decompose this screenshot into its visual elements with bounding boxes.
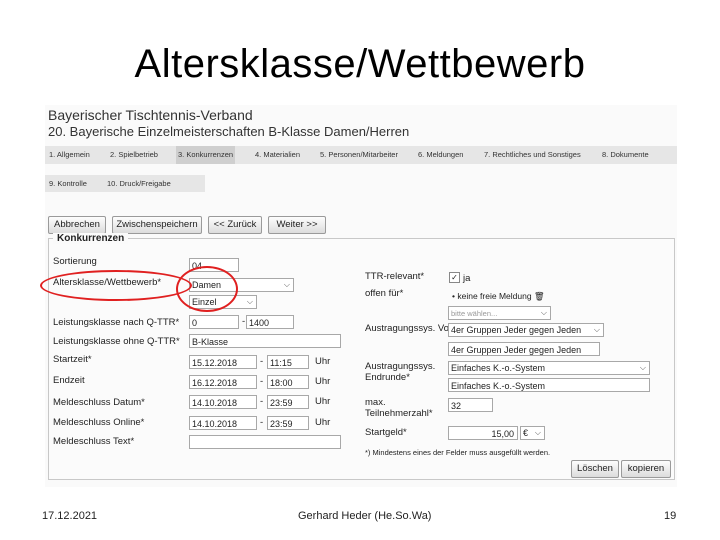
ttr-relevant-label: TTR-relevant* <box>365 271 425 282</box>
max-participants-input[interactable]: 32 <box>448 398 493 412</box>
tab-konkurrenzen[interactable]: 3. Konkurrenzen <box>176 146 236 164</box>
tab-materialien[interactable]: 4. Materialien <box>253 146 302 164</box>
range-dash: - <box>260 356 264 367</box>
fieldset-legend: Konkurrenzen <box>53 233 129 244</box>
currency-value: € <box>523 428 529 438</box>
prelim-text-input[interactable]: 4er Gruppen Jeder gegen Jeden <box>448 342 600 356</box>
slide-title: Altersklasse/Wettbewerb <box>134 42 586 86</box>
range-dash: - <box>242 316 246 327</box>
tab-allgemein[interactable]: 1. Allgemein <box>47 146 92 164</box>
tab-meldungen[interactable]: 6. Meldungen <box>416 146 465 164</box>
required-note: *) Mindestens eines der Felder muss ausg… <box>365 448 551 457</box>
chevron-down-icon: ⌵ <box>639 363 646 372</box>
footer-date: 17.12.2021 <box>42 510 98 522</box>
chevron-down-icon: ⌵ <box>534 428 541 437</box>
next-button[interactable]: Weiter >> <box>268 216 326 234</box>
entry-online-date-input[interactable]: 14.10.2018 <box>189 416 257 430</box>
start-date-input[interactable]: 15.12.2018 <box>189 355 257 369</box>
event-title: 20. Bayerische Einzelmeisterschaften B-K… <box>48 124 410 139</box>
prelim-select[interactable]: 4er Gruppen Jeder gegen Jeden ⌵ <box>448 323 604 337</box>
trash-icon[interactable]: 🗑 <box>534 291 545 301</box>
prelim-value: 4er Gruppen Jeder gegen Jeden <box>451 325 582 335</box>
tab-kontrolle[interactable]: 9. Kontrolle <box>47 175 89 192</box>
uhr-label: Uhr <box>315 396 331 407</box>
range-dash: - <box>260 376 264 387</box>
start-time-input[interactable]: 11:15 <box>267 355 309 369</box>
tab-personen[interactable]: 5. Personen/Mitarbeiter <box>318 146 400 164</box>
entry-date-input[interactable]: 14.10.2018 <box>189 395 257 409</box>
cancel-button[interactable]: Abbrechen <box>48 216 106 234</box>
wizard-tabs: 1. Allgemein 2. Spielbetrieb 3. Konkurre… <box>45 146 677 164</box>
wizard-tabs-row2: 9. Kontrolle 10. Druck/Freigabe <box>45 175 205 192</box>
entry-online-time-input[interactable]: 23:59 <box>267 416 309 430</box>
uhr-label: Uhr <box>315 417 331 428</box>
ttr-class-label: Leistungsklasse nach Q-TTR* <box>53 317 180 328</box>
final-select[interactable]: Einfaches K.-o.-System ⌵ <box>448 361 650 375</box>
save-draft-button[interactable]: Zwischenspeichern <box>112 216 202 234</box>
entry-online-label: Meldeschluss Online* <box>53 417 145 428</box>
end-time-label: Endzeit <box>53 375 85 386</box>
final-text-input[interactable]: Einfaches K.-o.-System <box>448 378 650 392</box>
ttr-relevant-checkbox[interactable]: ✓ <box>449 272 460 283</box>
open-for-label: offen für* <box>365 288 404 299</box>
organization-name: Bayerischer Tischtennis-Verband <box>48 107 253 123</box>
highlight-ring-agegroup-label <box>40 270 192 301</box>
tab-druck-freigabe[interactable]: 10. Druck/Freigabe <box>105 175 173 192</box>
highlight-ring-agegroup-select <box>176 266 238 312</box>
range-dash: - <box>260 396 264 407</box>
fee-input[interactable]: 15,00 <box>448 426 518 440</box>
open-for-placeholder: bitte wählen... <box>451 309 498 318</box>
ttr-relevant-value: ja <box>463 273 471 284</box>
range-dash: - <box>260 417 264 428</box>
open-for-value: • keine freie Meldung 🗑 <box>452 291 545 302</box>
bullet-icon: • <box>452 291 455 301</box>
uhr-label: Uhr <box>315 376 331 387</box>
tab-dokumente[interactable]: 8. Dokumente <box>600 146 651 164</box>
open-for-text: keine freie Meldung <box>457 291 532 301</box>
tab-spielbetrieb[interactable]: 2. Spielbetrieb <box>108 146 160 164</box>
back-button[interactable]: << Zurück <box>208 216 262 234</box>
ttr-to-input[interactable]: 1400 <box>246 315 294 329</box>
chevron-down-icon: ⌵ <box>246 297 253 306</box>
max-participants-label: max. Teilnehmerzahl* <box>365 397 433 419</box>
final-label: Austragungssys. Endrunde* <box>365 361 436 383</box>
end-date-input[interactable]: 16.12.2018 <box>189 375 257 389</box>
footer-page-number: 19 <box>664 510 677 522</box>
sort-label: Sortierung <box>53 256 97 267</box>
chevron-down-icon: ⌵ <box>540 308 547 317</box>
end-time-input[interactable]: 18:00 <box>267 375 309 389</box>
start-time-label: Startzeit* <box>53 354 92 365</box>
entry-text-label: Meldeschluss Text* <box>53 436 135 447</box>
copy-button[interactable]: kopieren <box>621 460 671 478</box>
class-no-ttr-label: Leistungsklasse ohne Q-TTR* <box>53 336 180 347</box>
uhr-label: Uhr <box>315 356 331 367</box>
currency-select[interactable]: € ⌵ <box>520 426 545 440</box>
entry-time-input[interactable]: 23:59 <box>267 395 309 409</box>
chevron-down-icon: ⌵ <box>593 325 600 334</box>
tab-rechtliches[interactable]: 7. Rechtliches und Sonstiges <box>482 146 583 164</box>
final-value: Einfaches K.-o.-System <box>451 363 546 373</box>
fee-label: Startgeld* <box>365 427 407 438</box>
entry-date-label: Meldeschluss Datum* <box>53 397 145 408</box>
footer-author: Gerhard Heder (He.So.Wa) <box>298 510 432 522</box>
class-no-ttr-input[interactable]: B-Klasse <box>189 334 341 348</box>
delete-button[interactable]: Löschen <box>571 460 619 478</box>
open-for-select[interactable]: bitte wählen... ⌵ <box>448 306 551 320</box>
entry-text-input[interactable] <box>189 435 341 449</box>
ttr-from-input[interactable]: 0 <box>189 315 239 329</box>
chevron-down-icon: ⌵ <box>283 280 290 289</box>
